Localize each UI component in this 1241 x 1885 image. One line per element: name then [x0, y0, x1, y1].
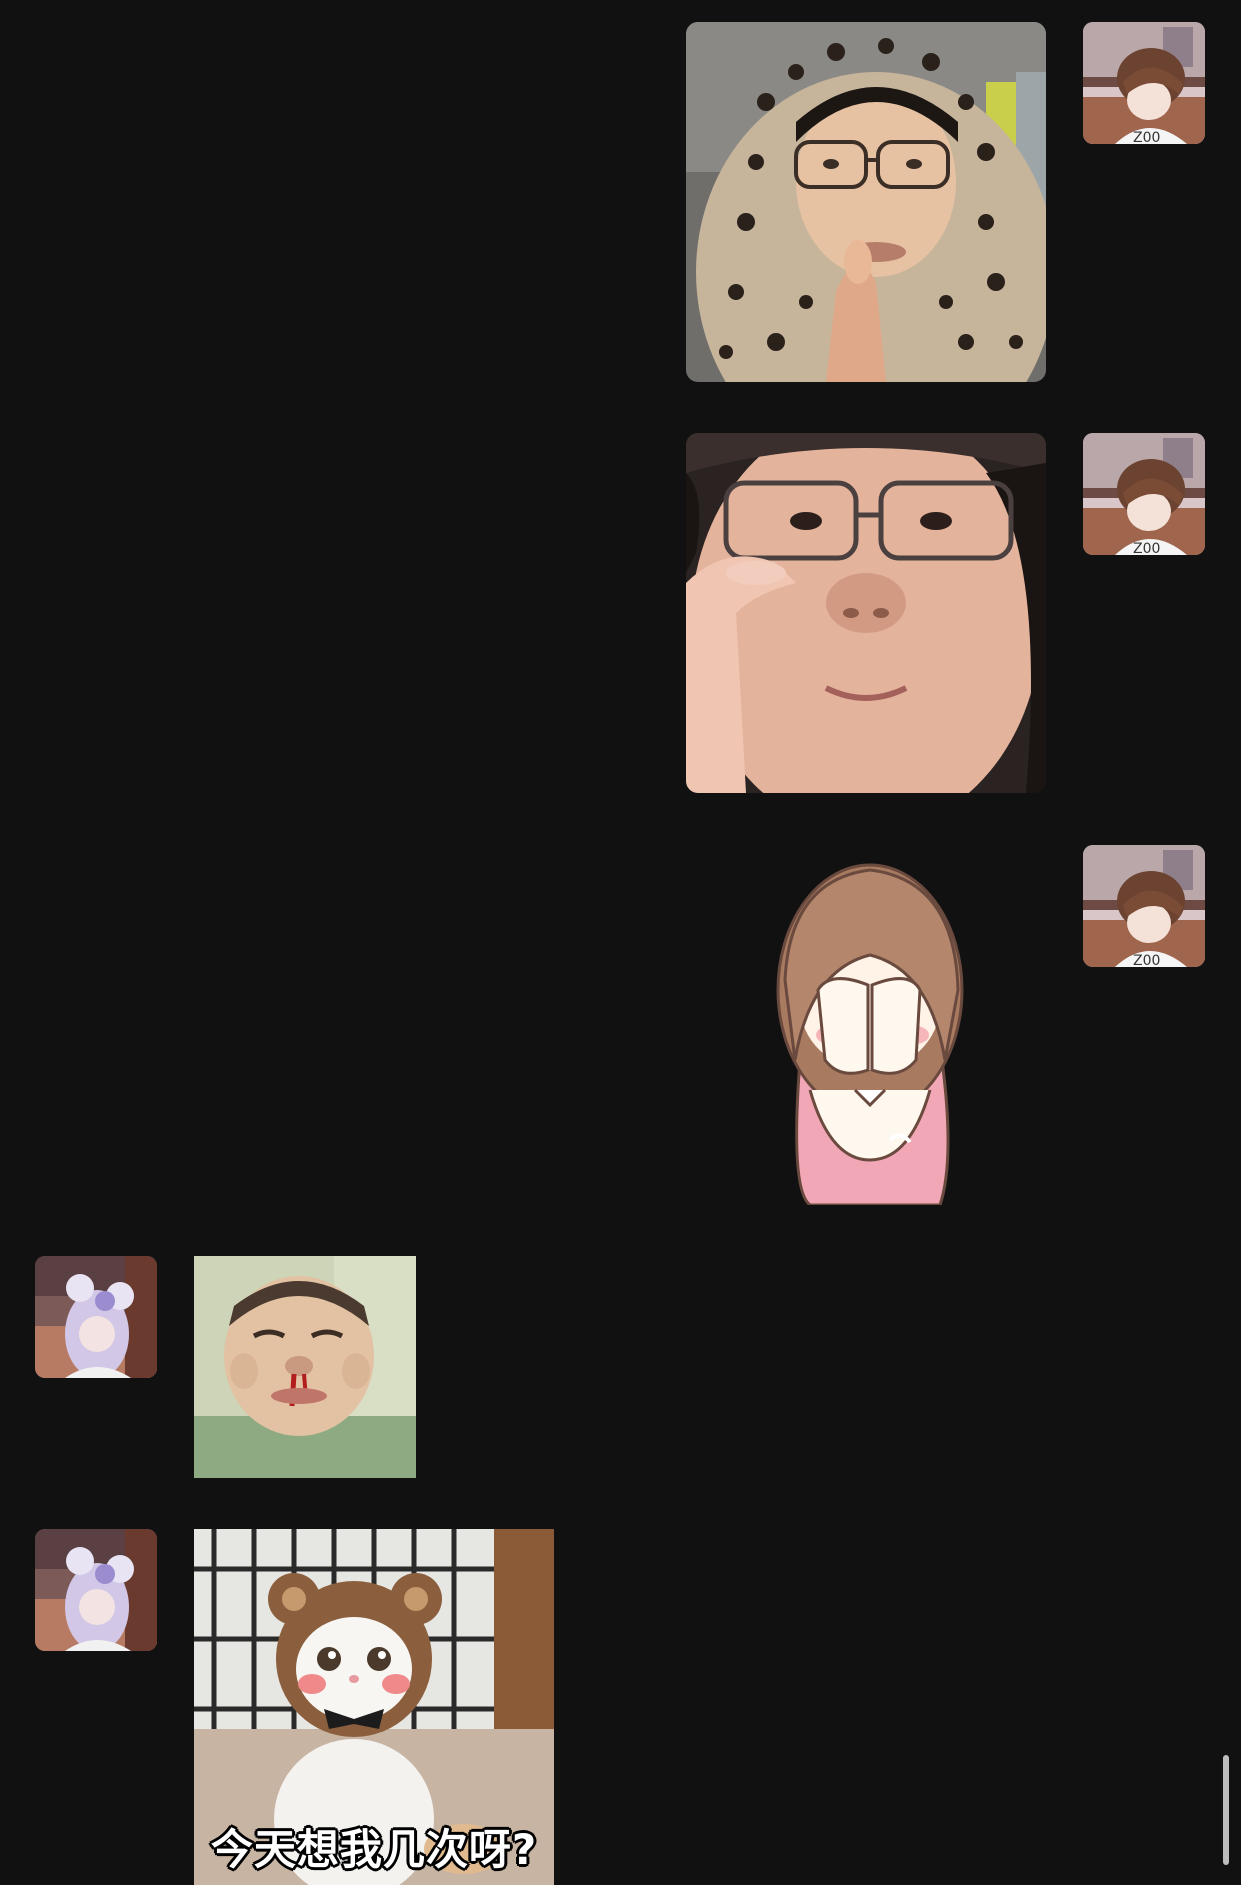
chat-photo-message[interactable]	[686, 22, 1046, 382]
chat-photo-message[interactable]	[686, 433, 1046, 793]
scrollbar-thumb[interactable]	[1223, 1755, 1229, 1865]
self-avatar[interactable]: Z00	[1083, 22, 1205, 144]
self-avatar[interactable]: Z00	[1083, 433, 1205, 555]
contact-avatar[interactable]	[35, 1256, 157, 1378]
chat-message-list[interactable]: Z00 Z00 Z00 今天想我几次呀?	[0, 0, 1241, 1885]
svg-text:Z00: Z00	[1133, 541, 1160, 555]
self-avatar[interactable]: Z00	[1083, 845, 1205, 967]
chat-sticker-message[interactable]	[770, 860, 970, 1205]
chat-photo-message[interactable]	[194, 1256, 416, 1478]
meme-caption: 今天想我几次呀?	[210, 1825, 538, 1874]
contact-avatar[interactable]	[35, 1529, 157, 1651]
svg-text:Z00: Z00	[1133, 130, 1160, 144]
chat-photo-message[interactable]: 今天想我几次呀?	[194, 1529, 554, 1885]
svg-text:Z00: Z00	[1133, 953, 1160, 967]
